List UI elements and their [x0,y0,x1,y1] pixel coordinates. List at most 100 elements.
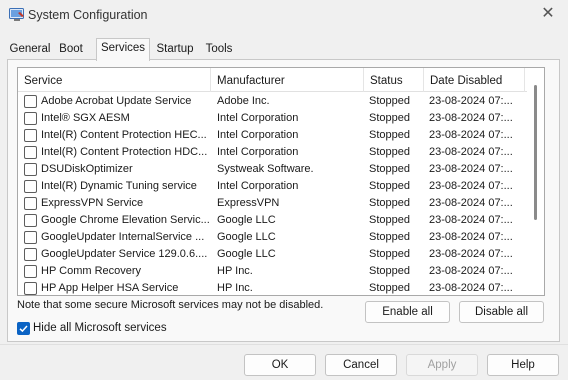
service-checkbox[interactable] [24,214,37,227]
service-date-disabled: 23-08-2024 07:... [429,129,513,141]
service-checkbox[interactable] [24,112,37,125]
service-status: Stopped [369,129,410,141]
table-row[interactable]: Adobe Acrobat Update Service Adobe Inc. … [18,93,528,110]
help-button[interactable]: Help [487,354,559,376]
hide-microsoft-services-label: Hide all Microsoft services [33,322,167,334]
enable-all-button[interactable]: Enable all [365,301,450,323]
table-row[interactable]: Google Chrome Elevation Servic... Google… [18,212,528,229]
close-icon: ✕ [541,5,555,22]
service-name: GoogleUpdater Service 129.0.6.... [41,248,208,260]
service-manufacturer: Google LLC [217,231,276,243]
service-status: Stopped [369,214,410,226]
apply-button[interactable]: Apply [406,354,478,376]
service-checkbox[interactable] [24,163,37,176]
service-checkbox[interactable] [24,197,37,210]
service-date-disabled: 23-08-2024 07:... [429,197,513,209]
table-row[interactable]: HP Comm Recovery HP Inc. Stopped 23-08-2… [18,263,528,280]
service-status: Stopped [369,180,410,192]
checkmark-icon [19,325,28,333]
service-name: HP App Helper HSA Service [41,282,179,294]
service-manufacturer: Google LLC [217,214,276,226]
services-list[interactable]: Service Manufacturer Status Date Disable… [17,67,545,296]
table-row[interactable]: Intel(R) Dynamic Tuning service Intel Co… [18,178,528,195]
service-name: HP Comm Recovery [41,265,142,277]
table-row[interactable]: HP App Helper HSA Service HP Inc. Stoppe… [18,280,528,295]
cancel-button[interactable]: Cancel [325,354,397,376]
service-date-disabled: 23-08-2024 07:... [429,265,513,277]
service-status: Stopped [369,95,410,107]
service-status: Stopped [369,282,410,294]
service-checkbox[interactable] [24,231,37,244]
secure-services-note: Note that some secure Microsoft services… [17,299,324,311]
service-manufacturer: ExpressVPN [217,197,280,209]
tab-startup[interactable]: Startup [150,40,200,60]
column-header-manufacturer[interactable]: Manufacturer [211,68,363,92]
table-row[interactable]: Intel(R) Content Protection HDC... Intel… [18,144,528,161]
service-manufacturer: Adobe Inc. [217,95,270,107]
service-manufacturer: Intel Corporation [217,146,299,158]
service-name: Intel® SGX AESM [41,112,130,124]
service-date-disabled: 23-08-2024 07:... [429,163,513,175]
list-rows: Adobe Acrobat Update Service Adobe Inc. … [18,93,528,295]
service-name: Intel(R) Content Protection HDC... [41,146,208,158]
table-row[interactable]: Intel(R) Content Protection HEC... Intel… [18,127,528,144]
tab-tools[interactable]: Tools [200,40,238,60]
column-header-service[interactable]: Service [18,68,210,92]
service-checkbox[interactable] [24,95,37,108]
service-manufacturer: HP Inc. [217,265,253,277]
service-status: Stopped [369,265,410,277]
tab-general[interactable]: General [7,40,53,60]
service-status: Stopped [369,231,410,243]
table-row[interactable]: GoogleUpdater InternalService ... Google… [18,229,528,246]
service-name: Intel(R) Content Protection HEC... [41,129,207,141]
table-row[interactable]: GoogleUpdater Service 129.0.6.... Google… [18,246,528,263]
service-name: Intel(R) Dynamic Tuning service [41,180,197,192]
service-checkbox[interactable] [24,265,37,278]
service-checkbox[interactable] [24,180,37,193]
service-date-disabled: 23-08-2024 07:... [429,282,513,294]
service-date-disabled: 23-08-2024 07:... [429,146,513,158]
service-date-disabled: 23-08-2024 07:... [429,231,513,243]
disable-all-button[interactable]: Disable all [459,301,544,323]
vertical-scrollbar[interactable] [527,68,544,295]
service-manufacturer: Intel Corporation [217,112,299,124]
table-row[interactable]: Intel® SGX AESM Intel Corporation Stoppe… [18,110,528,127]
tab-boot[interactable]: Boot [53,40,89,60]
service-checkbox[interactable] [24,129,37,142]
table-row[interactable]: ExpressVPN Service ExpressVPN Stopped 23… [18,195,528,212]
title-bar: System Configuration ✕ [0,0,568,30]
ok-button[interactable]: OK [244,354,316,376]
service-date-disabled: 23-08-2024 07:... [429,248,513,260]
service-checkbox[interactable] [24,282,37,295]
column-header-date-disabled[interactable]: Date Disabled [424,68,524,92]
window-title: System Configuration [28,8,148,22]
service-manufacturer: Intel Corporation [217,129,299,141]
service-date-disabled: 23-08-2024 07:... [429,180,513,192]
hide-microsoft-services-checkbox[interactable] [17,322,30,335]
column-header-status[interactable]: Status [364,68,423,92]
service-status: Stopped [369,163,410,175]
service-date-disabled: 23-08-2024 07:... [429,112,513,124]
scrollbar-thumb[interactable] [534,85,537,220]
service-name: Google Chrome Elevation Servic... [41,214,209,226]
service-name: DSUDiskOptimizer [41,163,133,175]
service-manufacturer: Google LLC [217,248,276,260]
tab-services[interactable]: Services [96,38,150,61]
table-row[interactable]: DSUDiskOptimizer Systweak Software. Stop… [18,161,528,178]
list-header: Service Manufacturer Status Date Disable… [18,68,528,92]
service-checkbox[interactable] [24,146,37,159]
system-configuration-icon [9,8,24,21]
service-status: Stopped [369,197,410,209]
service-status: Stopped [369,248,410,260]
service-manufacturer: HP Inc. [217,282,253,294]
service-checkbox[interactable] [24,248,37,261]
service-name: ExpressVPN Service [41,197,144,209]
close-button[interactable]: ✕ [536,4,560,26]
service-status: Stopped [369,112,410,124]
column-divider[interactable] [524,68,525,92]
service-name: GoogleUpdater InternalService ... [41,231,205,243]
service-date-disabled: 23-08-2024 07:... [429,95,513,107]
service-manufacturer: Intel Corporation [217,180,299,192]
service-name: Adobe Acrobat Update Service [41,95,192,107]
service-manufacturer: Systweak Software. [217,163,314,175]
